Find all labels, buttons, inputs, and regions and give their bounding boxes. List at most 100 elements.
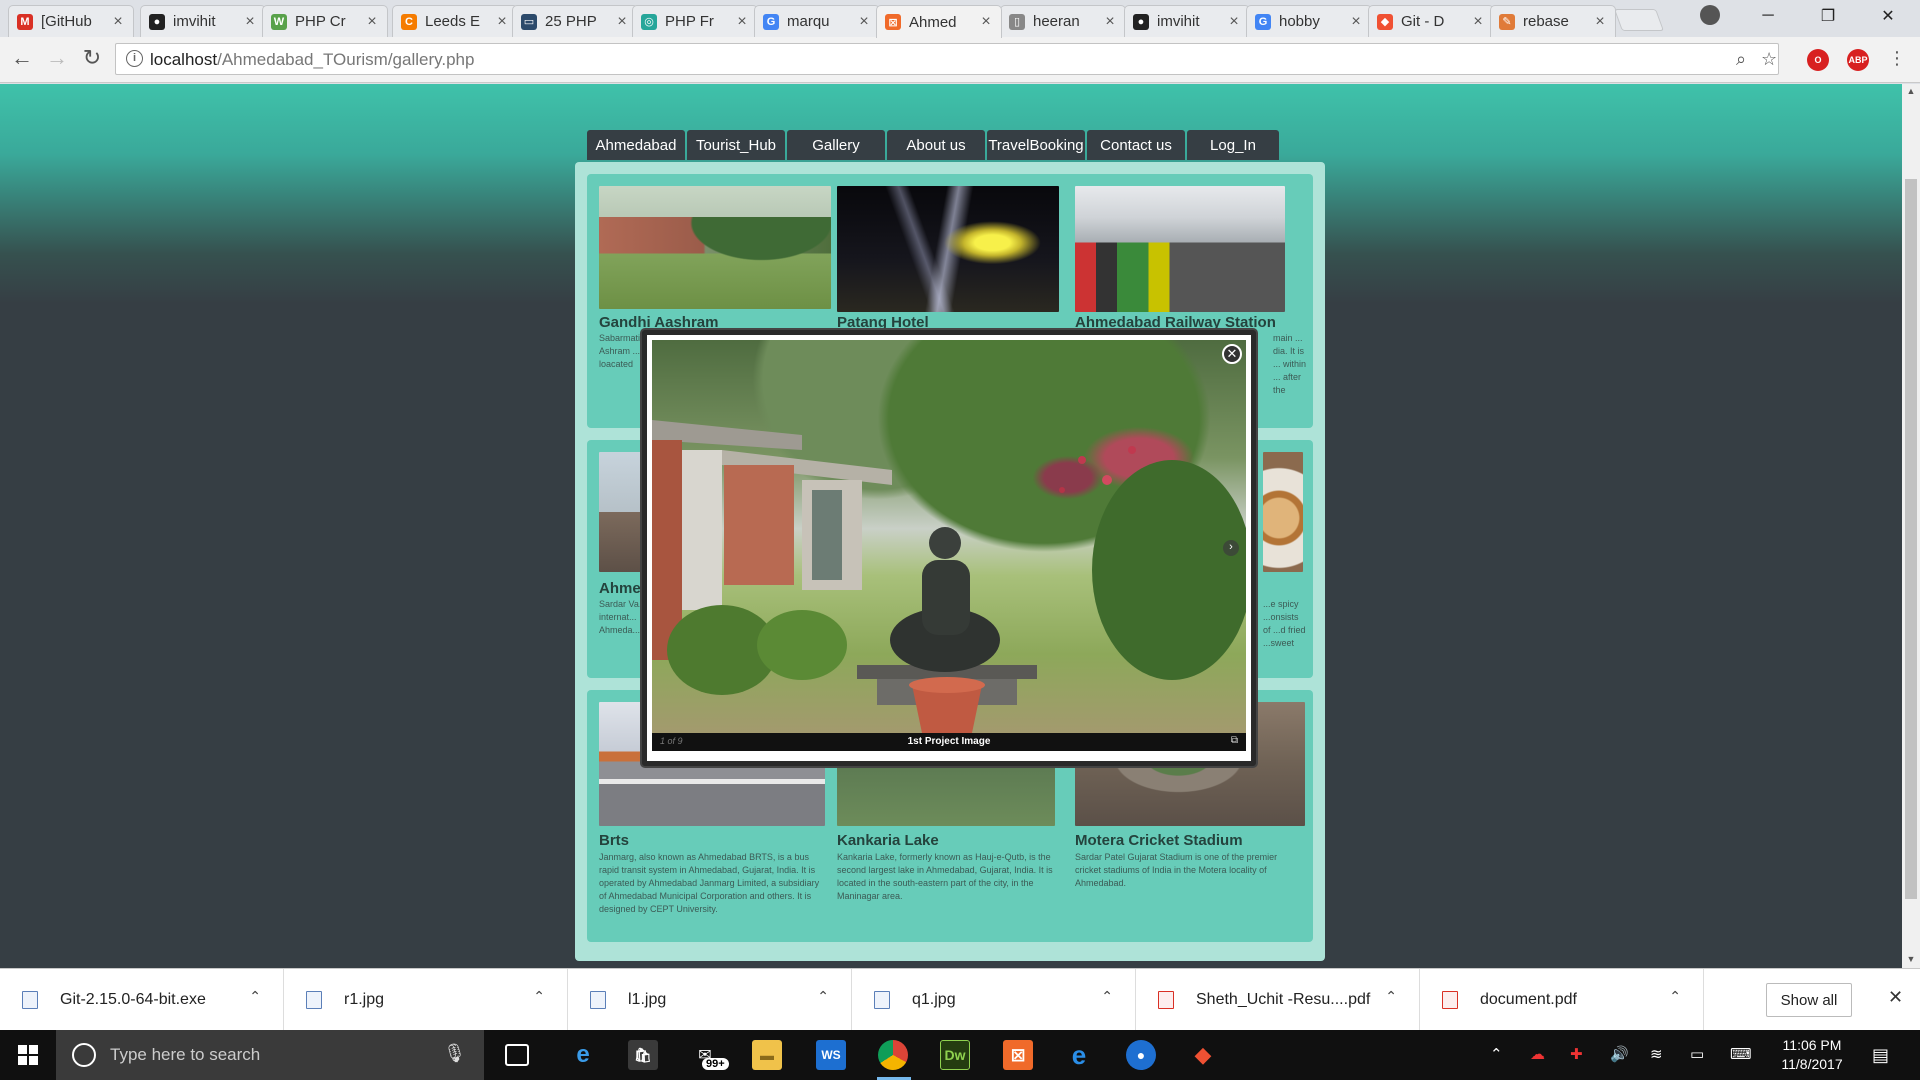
tray-gift-icon[interactable]: ✚ [1570,1045,1583,1063]
edge-icon[interactable]: e [568,1040,598,1070]
show-all-downloads-button[interactable]: Show all [1766,983,1852,1017]
task-view-icon[interactable] [505,1044,529,1066]
dreamweaver-icon[interactable]: Dw [940,1040,970,1070]
lightbox-close-button[interactable]: ✕ [1222,344,1242,364]
browser-tab[interactable]: ▭ 25 PHP × [512,5,638,37]
tab-close-icon[interactable]: × [243,13,257,31]
gandhi-aashram-thumbnail[interactable] [599,186,831,309]
microphone-icon[interactable]: 🎙 [443,1043,466,1064]
opera-extension-icon[interactable]: O [1807,49,1829,71]
minimize-button[interactable]: ─ [1740,0,1796,32]
url-text[interactable]: localhost/Ahmedabad_TOurism/gallery.php [150,50,474,70]
patang-hotel-thumbnail[interactable] [837,186,1059,312]
browser-tab[interactable]: ◆ Git - D × [1368,5,1494,37]
browser-tab[interactable]: M [GitHub × [8,5,134,37]
tab-close-icon[interactable]: × [857,13,871,31]
zoom-icon[interactable]: ⌕ [1736,49,1746,70]
file-explorer-icon[interactable]: ▬ [752,1040,782,1070]
volume-icon[interactable]: 🔊 [1610,1045,1629,1063]
nav-item-ahmedabad[interactable]: Ahmedabad [587,130,685,160]
chrome-menu-icon[interactable]: ⋮ [1885,47,1909,71]
open-external-icon[interactable]: ⧉ [1231,735,1238,746]
tray-overflow-icon[interactable]: ⌃ [1490,1045,1503,1063]
browser-tab[interactable]: ▯ heeran × [1000,5,1126,37]
restore-button[interactable]: ❐ [1800,0,1856,32]
browser-tab[interactable]: Gmarqu × [754,5,880,37]
railway-station-thumbnail[interactable] [1075,186,1285,312]
nav-item-log-in[interactable]: Log_In [1187,130,1279,160]
chrome-icon[interactable] [878,1040,908,1070]
download-item[interactable]: Git-2.15.0-64-bit.exe ⌃ [0,969,284,1031]
download-options-chevron-icon[interactable]: ⌃ [817,988,829,1005]
wifi-icon[interactable]: ≋ [1650,1045,1663,1063]
site-info-icon[interactable]: i [126,50,143,67]
browser-tab[interactable]: ◎ PHP Fr × [632,5,758,37]
new-tab-button[interactable] [1613,9,1665,31]
download-item[interactable]: l1.jpg ⌃ [568,969,852,1031]
download-item[interactable]: q1.jpg ⌃ [852,969,1136,1031]
back-icon[interactable]: ← [10,47,34,71]
adblock-plus-icon[interactable]: ABP [1847,49,1869,71]
tab-close-icon[interactable]: × [615,13,629,31]
keyboard-icon[interactable]: ⌨ [1730,1045,1752,1063]
battery-icon[interactable]: ▭ [1690,1045,1704,1063]
tray-app-icon[interactable]: ☁ [1530,1045,1545,1063]
bookmark-star-icon[interactable]: ☆ [1761,49,1777,70]
profile-icon[interactable] [1700,5,1720,25]
action-center-icon[interactable]: ▤ [1872,1045,1889,1066]
system-clock[interactable]: 11:06 PM 11/8/2017 [1770,1036,1854,1074]
nav-item-contact-us[interactable]: Contact us [1087,130,1185,160]
browser-tab[interactable]: ✎ rebase × [1490,5,1616,37]
xampp-icon[interactable]: ⊠ [1003,1040,1033,1070]
taskbar-search[interactable]: Type here to search 🎙 [56,1030,484,1080]
lightbox-image[interactable]: ✕ › [652,340,1246,733]
tab-close-icon[interactable]: × [1227,13,1241,31]
tab-close-icon[interactable]: × [111,13,125,31]
browser-tab[interactable]: W PHP Cr × [262,5,388,37]
page-scrollbar[interactable]: ▲ ▼ [1902,84,1920,968]
scrollbar-thumb[interactable] [1905,179,1917,899]
git-gui-icon[interactable]: ◆ [1188,1040,1218,1070]
internet-explorer-icon[interactable]: e [1064,1040,1094,1070]
address-bar[interactable]: i localhost/Ahmedabad_TOurism/gallery.ph… [115,43,1779,75]
cortana-icon[interactable] [72,1043,96,1067]
close-shelf-icon[interactable]: ✕ [1888,987,1903,1008]
forward-icon[interactable]: → [45,47,69,71]
download-item[interactable]: document.pdf ⌃ [1420,969,1704,1031]
store-icon[interactable]: 🛍 [628,1040,658,1070]
tab-close-icon[interactable]: × [365,13,379,31]
food-thumbnail[interactable] [1263,452,1303,572]
download-item[interactable]: r1.jpg ⌃ [284,969,568,1031]
tab-close-icon[interactable]: × [495,13,509,31]
tab-close-icon[interactable]: × [1103,13,1117,31]
nav-item-about-us[interactable]: About us [887,130,985,160]
browser-tab[interactable]: C Leeds E × [392,5,518,37]
tab-title: marqu [787,13,830,30]
download-options-chevron-icon[interactable]: ⌃ [1385,988,1397,1005]
nav-item-tourist-hub[interactable]: Tourist_Hub [687,130,785,160]
nav-item-travelbooking[interactable]: TravelBooking [987,130,1085,160]
scroll-up-arrow[interactable]: ▲ [1902,86,1920,96]
tab-close-icon[interactable]: × [979,13,993,31]
tab-close-icon[interactable]: × [1349,13,1363,31]
webstorm-icon[interactable]: WS [816,1040,846,1070]
browser-tab[interactable]: ⊠ Ahmed × [876,5,1002,38]
nav-item-gallery[interactable]: Gallery [787,130,885,160]
tab-close-icon[interactable]: × [1471,13,1485,31]
browser-tab[interactable]: ● imvihit × [1124,5,1250,37]
tab-close-icon[interactable]: × [735,13,749,31]
download-options-chevron-icon[interactable]: ⌃ [249,988,261,1005]
browser-tab[interactable]: Ghobby × [1246,5,1372,37]
download-item[interactable]: Sheth_Uchit -Resu....pdf ⌃ [1136,969,1420,1031]
browser-tab[interactable]: ● imvihit × [140,5,266,37]
windows-start-icon[interactable] [18,1045,38,1065]
scroll-down-arrow[interactable]: ▼ [1902,954,1920,964]
tab-close-icon[interactable]: × [1593,13,1607,31]
close-window-button[interactable]: ✕ [1860,0,1916,32]
download-options-chevron-icon[interactable]: ⌃ [1101,988,1113,1005]
maps-icon[interactable]: ● [1126,1040,1156,1070]
download-options-chevron-icon[interactable]: ⌃ [533,988,545,1005]
reload-icon[interactable]: ↻ [80,47,104,71]
download-options-chevron-icon[interactable]: ⌃ [1669,988,1681,1005]
lightbox-next-button[interactable]: › [1223,540,1239,556]
